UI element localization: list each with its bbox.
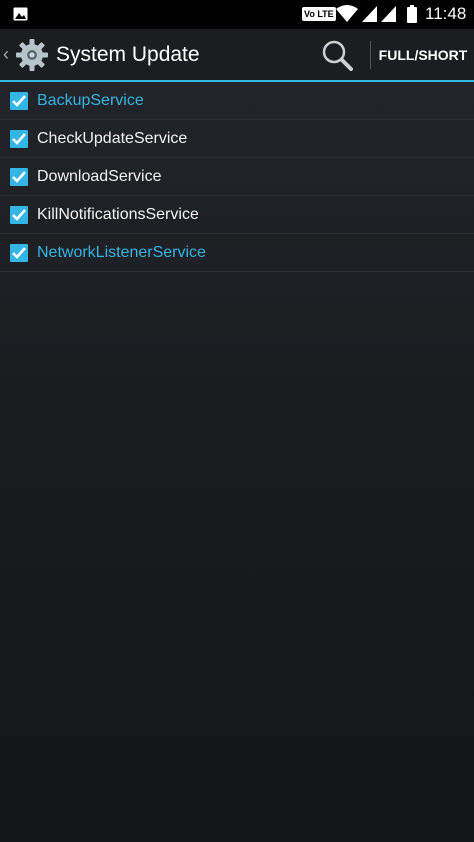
service-label: KillNotificationsService bbox=[37, 206, 199, 223]
list-item[interactable]: NetworkListenerService bbox=[0, 234, 474, 272]
settings-gear-icon[interactable] bbox=[14, 37, 50, 73]
back-chevron-icon[interactable]: ‹ bbox=[3, 44, 13, 64]
service-list: BackupService CheckUpdateService Downloa… bbox=[0, 82, 474, 272]
checkbox-checked-icon[interactable] bbox=[9, 129, 29, 149]
page-title: System Update bbox=[56, 43, 200, 66]
checkbox-checked-icon[interactable] bbox=[9, 205, 29, 225]
action-divider bbox=[370, 41, 371, 69]
checkbox-checked-icon[interactable] bbox=[9, 91, 29, 111]
search-icon bbox=[322, 40, 353, 71]
volte-indicator: Vo LTE bbox=[302, 7, 336, 21]
list-item[interactable]: DownloadService bbox=[0, 158, 474, 196]
battery-icon bbox=[407, 5, 417, 23]
status-clock: 11:48 bbox=[425, 4, 467, 23]
full-short-toggle-button[interactable]: FULL/SHORT bbox=[376, 39, 470, 71]
signal-icon bbox=[362, 6, 377, 22]
checkbox-checked-icon[interactable] bbox=[9, 243, 29, 263]
checkbox-checked-icon[interactable] bbox=[9, 167, 29, 187]
search-button[interactable] bbox=[318, 37, 358, 73]
service-label: DownloadService bbox=[37, 168, 162, 185]
list-item[interactable]: CheckUpdateService bbox=[0, 120, 474, 158]
list-item[interactable]: BackupService bbox=[0, 82, 474, 120]
service-label: CheckUpdateService bbox=[37, 130, 188, 147]
signal-secondary-icon bbox=[381, 6, 396, 22]
gallery-notification-icon bbox=[13, 7, 28, 21]
wifi-icon bbox=[336, 5, 358, 22]
service-label: BackupService bbox=[37, 92, 144, 109]
status-bar: Vo LTE 11:48 bbox=[0, 0, 474, 29]
action-bar: ‹ System Update FULL/SHORT bbox=[0, 29, 474, 80]
service-label: NetworkListenerService bbox=[37, 244, 206, 261]
list-item[interactable]: KillNotificationsService bbox=[0, 196, 474, 234]
